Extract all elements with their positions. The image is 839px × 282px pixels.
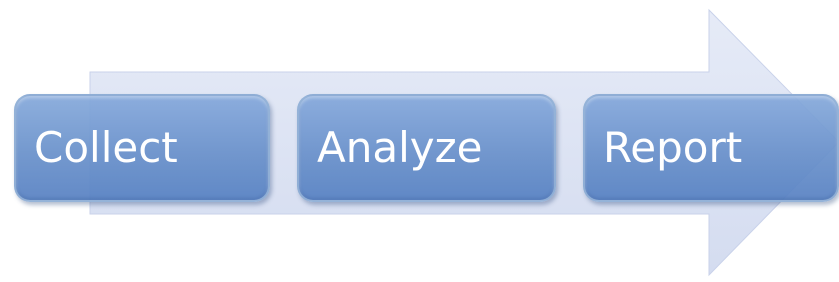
step-analyze: Analyze: [297, 94, 556, 202]
step-report-label: Report: [603, 123, 743, 172]
step-analyze-label: Analyze: [317, 123, 483, 172]
step-collect: Collect: [14, 94, 270, 202]
process-diagram: Collect Analyze Report: [0, 0, 839, 282]
step-collect-label: Collect: [34, 123, 178, 172]
step-report: Report: [583, 94, 839, 202]
